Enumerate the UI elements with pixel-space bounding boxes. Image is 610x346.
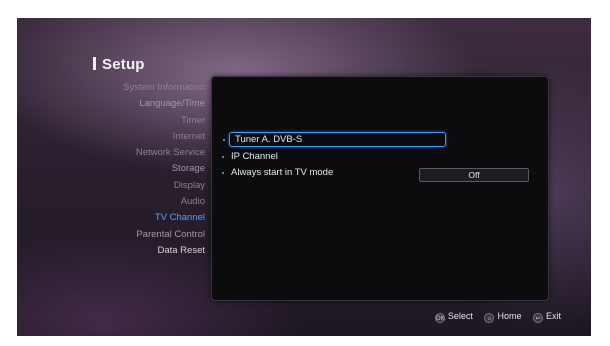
menu-item-internet[interactable]: Internet bbox=[77, 129, 205, 145]
hint-home-label: Home bbox=[497, 311, 522, 321]
bullet-icon bbox=[222, 156, 224, 158]
menu-item-timer[interactable]: Timer bbox=[77, 113, 205, 129]
tv-channel-panel: Tuner A. DVB-S IP Channel Always start i… bbox=[211, 76, 549, 301]
title-bar-marker bbox=[93, 57, 96, 70]
bullet-icon bbox=[223, 139, 225, 141]
menu-item-parental-control[interactable]: Parental Control bbox=[77, 227, 205, 243]
menu-item-language-time[interactable]: Language/Time bbox=[77, 96, 205, 112]
menu-item-storage[interactable]: Storage bbox=[77, 161, 205, 177]
hint-exit: ↩ Exit bbox=[532, 310, 561, 323]
menu-item-display[interactable]: Display bbox=[77, 178, 205, 194]
menu-item-audio[interactable]: Audio bbox=[77, 194, 205, 210]
page-title-text: Setup bbox=[102, 56, 145, 73]
setup-menu: System Information Language/Time Timer I… bbox=[77, 80, 205, 259]
ok-button-icon: OK bbox=[434, 313, 445, 323]
option-tuner-a-label: Tuner A. DVB-S bbox=[235, 134, 303, 145]
tv-screen: Setup System Information Language/Time T… bbox=[17, 18, 591, 336]
option-tuner-a[interactable]: Tuner A. DVB-S bbox=[223, 132, 446, 147]
home-button-icon: ⌂ bbox=[484, 313, 495, 323]
hint-select-label: Select bbox=[447, 311, 473, 321]
menu-item-system-information[interactable]: System Information bbox=[77, 80, 205, 96]
menu-item-data-reset[interactable]: Data Reset bbox=[77, 243, 205, 259]
hint-home: ⌂ Home bbox=[484, 310, 521, 323]
menu-item-tv-channel[interactable]: TV Channel bbox=[77, 210, 205, 226]
hint-exit-label: Exit bbox=[545, 311, 561, 321]
back-button-icon: ↩ bbox=[532, 313, 543, 323]
menu-item-network-service[interactable]: Network Service bbox=[77, 145, 205, 161]
page-title: Setup bbox=[93, 56, 145, 73]
button-hints: OK Select ⌂ Home ↩ Exit bbox=[426, 310, 561, 323]
option-always-start-tv-mode-label: Always start in TV mode bbox=[231, 167, 334, 178]
hint-select: OK Select bbox=[434, 310, 473, 323]
bullet-icon bbox=[222, 172, 224, 174]
always-start-tv-mode-value[interactable]: Off bbox=[419, 168, 529, 182]
option-ip-channel-label: IP Channel bbox=[231, 151, 278, 162]
